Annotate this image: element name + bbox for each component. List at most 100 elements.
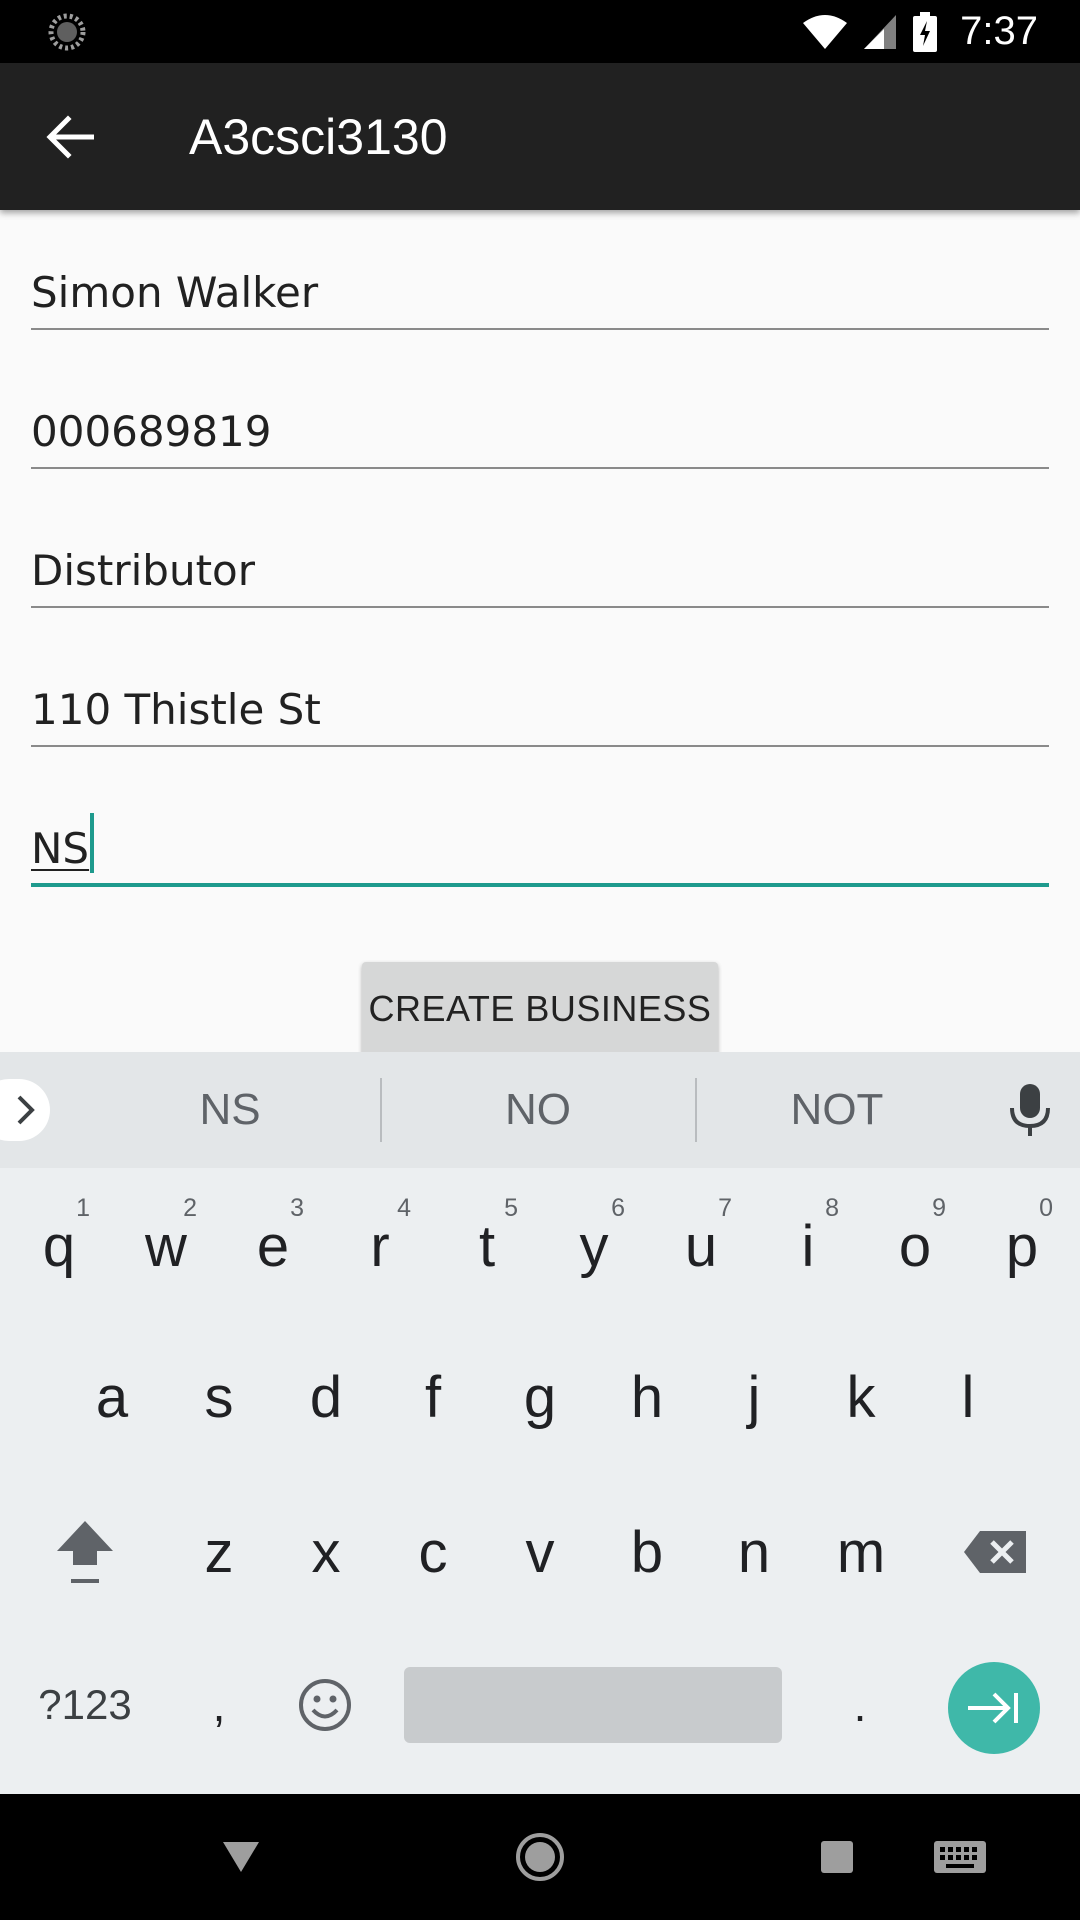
key-w[interactable]: w2 (121, 1186, 211, 1306)
key-hint: 7 (718, 1194, 732, 1222)
tab-next-icon (968, 1692, 1018, 1724)
key-u[interactable]: u7 (656, 1186, 746, 1306)
comma-key[interactable]: , (174, 1645, 264, 1765)
key-label: p (1005, 1213, 1039, 1279)
suggestion-1[interactable]: NS (80, 1052, 380, 1168)
key-hint: 8 (825, 1194, 839, 1222)
key-b[interactable]: b (602, 1492, 692, 1612)
battery-charging-icon (913, 11, 938, 52)
key-a[interactable]: a (67, 1337, 157, 1457)
province-field[interactable]: NS (31, 786, 1049, 887)
field-underline (31, 883, 1049, 887)
keyboard-switch-button[interactable] (930, 1827, 990, 1887)
name-field-value: Simon Walker (31, 268, 319, 317)
key-label: , (212, 1679, 226, 1731)
field-underline (31, 745, 1049, 747)
address-field[interactable]: 110 Thistle St (31, 647, 1049, 747)
key-j[interactable]: j (709, 1337, 799, 1457)
symbols-key[interactable]: ?123 (20, 1645, 150, 1765)
key-label: m (836, 1519, 886, 1585)
province-field-value: NS (31, 813, 95, 874)
key-q[interactable]: q1 (14, 1186, 104, 1306)
key-x[interactable]: x (281, 1492, 371, 1612)
shift-icon (57, 1521, 113, 1583)
backspace-icon (964, 1531, 1026, 1573)
key-label: . (853, 1679, 867, 1731)
key-label: a (95, 1364, 129, 1430)
key-label: h (630, 1364, 664, 1430)
address-field-value: 110 Thistle St (31, 685, 321, 734)
key-label: f (424, 1364, 442, 1430)
suggestion-2[interactable]: NO (382, 1052, 694, 1168)
nav-back-triangle-icon (223, 1842, 259, 1872)
backspace-key[interactable] (950, 1492, 1040, 1612)
key-hint: 1 (76, 1194, 90, 1222)
sync-progress-icon (48, 13, 86, 51)
key-l[interactable]: l (923, 1337, 1013, 1457)
create-business-button-label: CREATE BUSINESS (368, 988, 712, 1029)
period-key[interactable]: . (815, 1645, 905, 1765)
microphone-icon[interactable] (1005, 1082, 1055, 1138)
status-time: 7:37 (960, 9, 1038, 53)
key-label: j (747, 1364, 761, 1430)
suggestion-3[interactable]: NOT (697, 1052, 977, 1168)
key-t[interactable]: t5 (442, 1186, 532, 1306)
key-n[interactable]: n (709, 1492, 799, 1612)
shift-key[interactable] (40, 1492, 130, 1612)
app-bar: A3csci3130 (0, 63, 1080, 210)
key-v[interactable]: v (495, 1492, 585, 1612)
key-s[interactable]: s (174, 1337, 264, 1457)
space-key[interactable] (404, 1667, 782, 1743)
status-bar: 7:37 (0, 0, 1080, 63)
key-label: g (523, 1364, 557, 1430)
key-i[interactable]: i8 (763, 1186, 853, 1306)
key-label: o (898, 1213, 932, 1279)
expand-toolbar-button[interactable] (0, 1079, 50, 1141)
next-key[interactable] (948, 1662, 1040, 1754)
key-label: v (525, 1519, 555, 1585)
key-r[interactable]: r4 (335, 1186, 425, 1306)
emoji-icon (299, 1679, 351, 1731)
key-h[interactable]: h (602, 1337, 692, 1457)
key-y[interactable]: y6 (549, 1186, 639, 1306)
wifi-icon (803, 14, 848, 49)
page-title: A3csci3130 (189, 109, 448, 165)
recents-nav-button[interactable] (807, 1827, 867, 1887)
key-label: k (846, 1364, 876, 1430)
key-c[interactable]: c (388, 1492, 478, 1612)
recents-square-icon (821, 1841, 853, 1873)
key-hint: 5 (504, 1194, 518, 1222)
key-label: q (42, 1213, 76, 1279)
key-k[interactable]: k (816, 1337, 906, 1457)
key-hint: 6 (611, 1194, 625, 1222)
primary-business-field[interactable]: Distributor (31, 508, 1049, 608)
keyboard-icon (934, 1841, 986, 1873)
key-label: e (256, 1213, 290, 1279)
text-cursor (90, 813, 95, 873)
primary-business-field-value: Distributor (31, 546, 256, 595)
business-number-field-value: 000689819 (31, 407, 272, 456)
key-label: w (145, 1213, 187, 1279)
province-field-text: NS (31, 824, 90, 873)
key-label: x (311, 1519, 341, 1585)
home-nav-button[interactable] (510, 1827, 570, 1887)
key-d[interactable]: d (281, 1337, 371, 1457)
key-e[interactable]: e3 (228, 1186, 318, 1306)
navigation-bar (0, 1794, 1080, 1920)
home-circle-icon (516, 1833, 564, 1881)
key-hint: 3 (290, 1194, 304, 1222)
back-nav-button[interactable] (211, 1827, 271, 1887)
business-number-field[interactable]: 000689819 (31, 369, 1049, 469)
key-o[interactable]: o9 (870, 1186, 960, 1306)
key-hint: 4 (397, 1194, 411, 1222)
key-m[interactable]: m (816, 1492, 906, 1612)
back-button[interactable] (40, 107, 100, 167)
name-field[interactable]: Simon Walker (31, 230, 1049, 330)
key-p[interactable]: p0 (977, 1186, 1067, 1306)
key-g[interactable]: g (495, 1337, 585, 1457)
chevron-right-icon (17, 1095, 35, 1125)
key-f[interactable]: f (388, 1337, 478, 1457)
key-z[interactable]: z (174, 1492, 264, 1612)
emoji-key[interactable] (280, 1645, 370, 1765)
key-label: d (309, 1364, 343, 1430)
